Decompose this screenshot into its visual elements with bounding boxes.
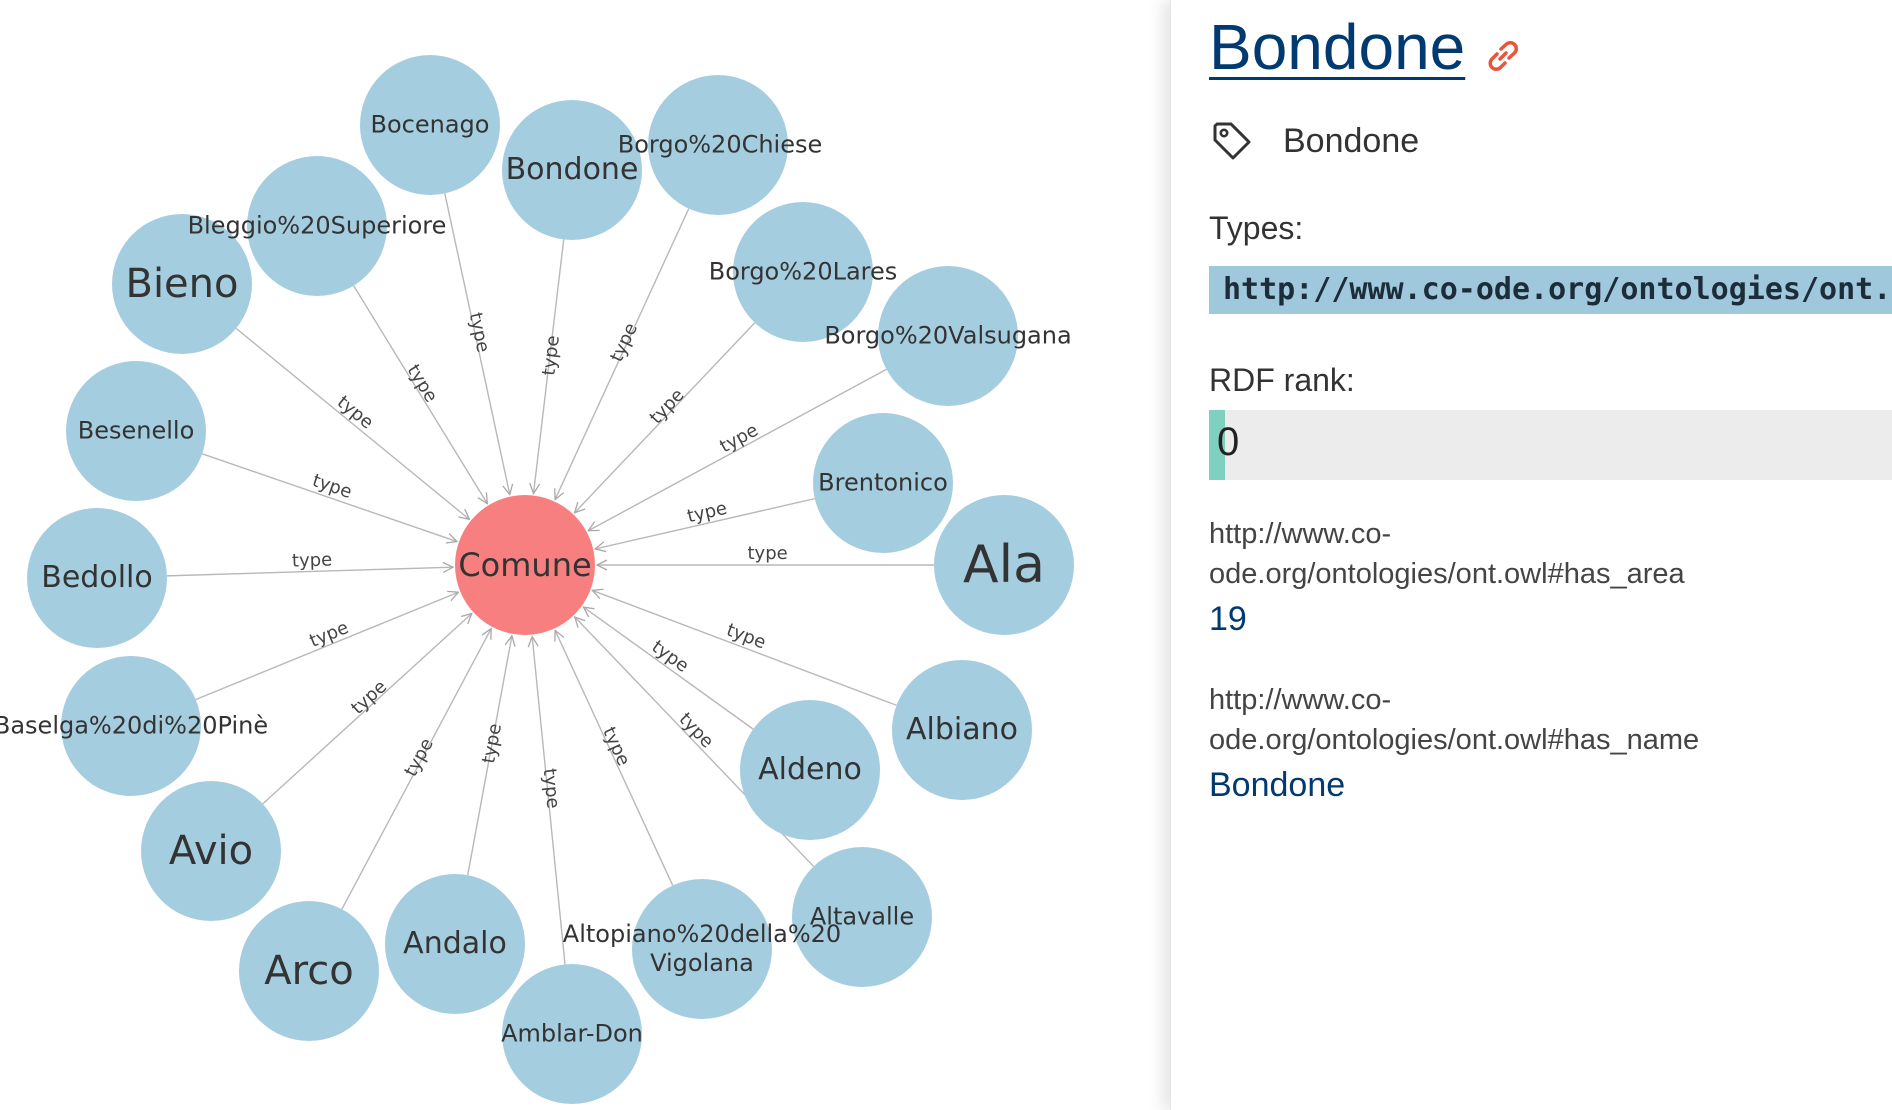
link-icon[interactable] xyxy=(1483,36,1523,76)
tag-icon xyxy=(1213,122,1251,160)
edge-besenello xyxy=(201,453,457,542)
node-label-borgo-valsugana[interactable]: Borgo%20Valsugana xyxy=(824,322,1071,351)
resource-details-panel: Bondone Bondone Types: http://www.co-ode… xyxy=(1170,0,1892,1110)
edge-label-amblar-don: type xyxy=(538,767,564,811)
edge-label-bedollo: type xyxy=(291,548,333,572)
node-label-avio[interactable]: Avio xyxy=(169,827,253,875)
property-uri-has-name[interactable]: http://www.co-ode.org/ontologies/ont.owl… xyxy=(1209,680,1829,760)
node-label-andalo[interactable]: Andalo xyxy=(403,926,507,962)
resource-title-link[interactable]: Bondone xyxy=(1209,10,1465,84)
node-label-albiano[interactable]: Albiano xyxy=(906,712,1018,748)
property-uri-has-area[interactable]: http://www.co-ode.org/ontologies/ont.owl… xyxy=(1209,514,1829,594)
edge-label-bondone: type xyxy=(537,333,564,377)
node-label-borgo-lares[interactable]: Borgo%20Lares xyxy=(709,258,898,287)
node-label-bleggio-superiore[interactable]: Bleggio%20Superiore xyxy=(188,212,447,241)
edge-label-ala: type xyxy=(747,543,788,564)
node-label-arco[interactable]: Arco xyxy=(264,947,353,995)
node-label-amblar-don[interactable]: Amblar-Don xyxy=(501,1020,643,1049)
graph-canvas[interactable]: type type type type type type type type type type… xyxy=(0,0,1170,1110)
node-label-baselga-di-pine[interactable]: Baselga%20di%20Pinè xyxy=(0,712,268,741)
node-label-besenello[interactable]: Besenello xyxy=(78,417,195,446)
rdf-rank-value: 0 xyxy=(1217,420,1240,464)
node-label-bedollo[interactable]: Bedollo xyxy=(41,560,152,596)
property-value-has-area: 19 xyxy=(1209,600,1247,638)
rdf-rank-bar: 0 xyxy=(1209,410,1892,480)
node-label-ala[interactable]: Ala xyxy=(963,534,1045,596)
node-label-bieno[interactable]: Bieno xyxy=(126,260,239,308)
node-label-center[interactable]: Comune xyxy=(458,546,591,584)
types-heading: Types: xyxy=(1209,210,1304,246)
type-chip[interactable]: http://www.co-ode.org/ontologies/ont.owl… xyxy=(1209,266,1892,314)
resource-label: Bondone xyxy=(1283,122,1420,160)
node-label-altopiano-vigolana[interactable]: Altopiano%20della%20 Vigolana xyxy=(563,920,841,978)
node-label-borgo-chiese[interactable]: Borgo%20Chiese xyxy=(618,131,823,160)
node-label-bocenago[interactable]: Bocenago xyxy=(371,111,490,140)
property-value-has-name[interactable]: Bondone xyxy=(1209,766,1345,805)
node-label-brentonico[interactable]: Brentonico xyxy=(818,469,948,498)
node-label-aldeno[interactable]: Aldeno xyxy=(758,752,862,788)
rdf-rank-heading: RDF rank: xyxy=(1209,362,1355,398)
edge-albiano xyxy=(592,590,897,706)
